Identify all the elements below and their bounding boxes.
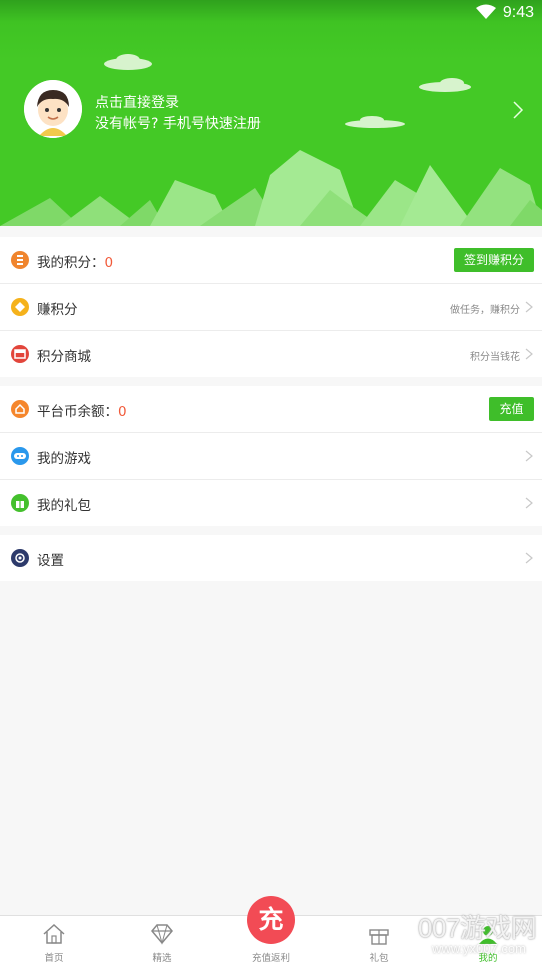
tab-recharge-label: 充值返利	[251, 953, 290, 964]
chevron-right-icon	[525, 497, 533, 509]
points-mall-label: 积分商城	[37, 349, 91, 365]
balance-value: 0	[118, 404, 127, 420]
tab-home[interactable]: 首页	[0, 916, 108, 965]
earn-points-row[interactable]: 赚积分 做任务，赚积分	[0, 284, 542, 331]
status-bar: 9:43	[0, 0, 542, 28]
diamond-icon	[11, 298, 29, 316]
tab-featured[interactable]: 精选	[108, 916, 216, 965]
points-mall-row[interactable]: 积分商城 积分当钱花	[0, 331, 542, 377]
avatar[interactable]	[24, 80, 82, 138]
login-title[interactable]: 点击直接登录	[95, 92, 179, 112]
gift-icon	[369, 929, 389, 945]
tab-gift[interactable]: 礼包	[325, 916, 433, 965]
my-games-label: 我的游戏	[37, 451, 91, 467]
checkin-earn-points-button[interactable]: 签到赚积分	[454, 248, 534, 272]
watermark-logo: 007游戏网	[418, 913, 537, 943]
tab-home-label: 首页	[44, 953, 64, 964]
balance-row: 平台币余额：0 充值	[0, 386, 542, 433]
points-section: 我的积分：0 签到赚积分 赚积分 做任务，赚积分 积分商城 积分当钱花	[0, 237, 542, 377]
settings-section: 设置	[0, 535, 542, 581]
my-games-row[interactable]: 我的游戏	[0, 433, 542, 480]
home-icon	[43, 923, 65, 944]
wifi-icon	[476, 4, 496, 19]
chevron-right-icon	[525, 552, 533, 564]
register-link[interactable]: 没有帐号? 手机号快速注册	[95, 113, 261, 133]
chevron-right-icon	[525, 450, 533, 462]
balance-section: 平台币余额：0 充值 我的游戏 我的礼包	[0, 386, 542, 526]
earn-points-label: 赚积分	[37, 302, 78, 318]
balance-label: 平台币余额：0	[37, 404, 127, 420]
chevron-right-icon	[525, 348, 533, 360]
settings-label: 设置	[37, 553, 64, 569]
wallet-icon	[11, 400, 29, 418]
gamepad-icon	[11, 447, 29, 465]
my-points-label: 我的积分：0	[37, 255, 114, 271]
profile-header: 点击直接登录 没有帐号? 手机号快速注册	[0, 0, 542, 226]
gift-icon	[11, 494, 29, 512]
coin-stack-icon	[11, 251, 29, 269]
recharge-circle-button[interactable]: 充	[247, 896, 295, 944]
points-mall-hint: 积分当钱花	[470, 352, 520, 363]
chevron-right-icon[interactable]	[512, 100, 524, 120]
shop-icon	[11, 345, 29, 363]
my-points-value: 0	[104, 255, 114, 271]
settings-icon	[11, 549, 29, 567]
my-gifts-row[interactable]: 我的礼包	[0, 480, 542, 526]
recharge-button[interactable]: 充值	[489, 397, 534, 421]
earn-points-hint: 做任务，赚积分	[450, 305, 520, 316]
my-points-row: 我的积分：0 签到赚积分	[0, 237, 542, 284]
tab-featured-label: 精选	[152, 953, 172, 964]
watermark-url: www.yx007.com	[432, 941, 526, 956]
settings-row[interactable]: 设置	[0, 535, 542, 581]
diamond-icon	[151, 924, 173, 945]
tab-gift-label: 礼包	[369, 953, 389, 964]
status-time: 9:43	[502, 4, 534, 21]
my-gifts-label: 我的礼包	[37, 498, 91, 514]
chevron-right-icon	[525, 301, 533, 313]
